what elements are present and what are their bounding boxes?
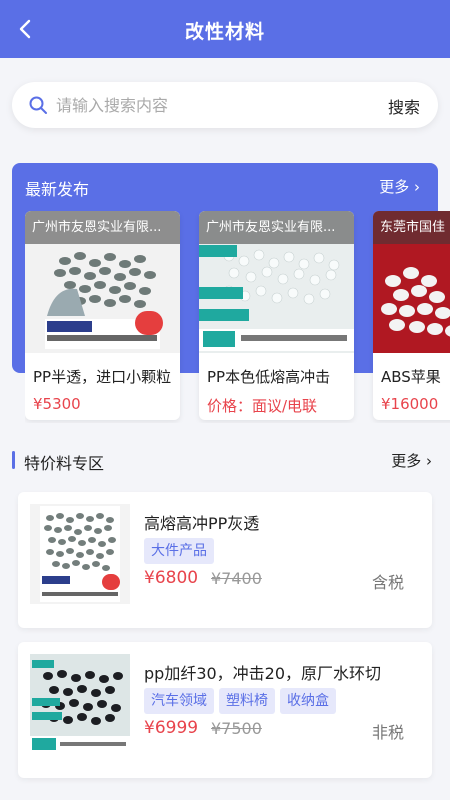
latest-more-link[interactable]: 更多 › [379, 176, 420, 197]
special-more-link[interactable]: 更多 › [391, 450, 432, 471]
product-tag: 大件产品 [144, 538, 214, 564]
product-image: 东莞市国佳 [373, 211, 450, 353]
latest-card[interactable]: 东莞市国佳 ABS苹果 ¥16000 [373, 211, 450, 420]
special-product-item[interactable]: pp加纤30，冲击20，原厂水环切 汽车领域 塑料椅 收纳盒 ¥6999 ¥7500… [18, 642, 432, 778]
top-bar: 改性材料 [0, 0, 450, 58]
product-price: ¥6800 [144, 568, 199, 588]
latest-card[interactable]: 广州市友恩实业有限... PP半透，进口小颗粒 ¥5300 [25, 211, 180, 420]
special-more-label: 更多 [391, 452, 422, 470]
product-tag: 收纳盒 [280, 688, 336, 714]
latest-card[interactable]: 广州市友恩实业有限... PP本色低熔高冲击 价格：面议/电联 [199, 211, 354, 420]
product-price: ¥6999 [144, 718, 199, 738]
product-name: pp加纤30，冲击20，原厂水环切 [144, 664, 382, 683]
product-name: 高熔高冲PP灰透 [144, 514, 260, 533]
card-company-name: 广州市友恩实业有限... [25, 211, 180, 244]
product-tag: 汽车领域 [144, 688, 214, 714]
product-tags: 汽车领域 塑料椅 收纳盒 [144, 688, 341, 714]
product-image [30, 654, 130, 754]
section-accent-bar [12, 451, 15, 469]
card-product-name: PP半透，进口小颗粒 [33, 368, 172, 386]
product-tags: 大件产品 [144, 538, 219, 564]
product-image: 广州市友恩实业有限... [199, 211, 354, 353]
product-original-price: ¥7400 [211, 569, 262, 588]
card-company-name: 东莞市国佳 [373, 211, 450, 244]
tax-status: 含税 [371, 573, 404, 592]
card-price: ¥5300 [33, 395, 81, 413]
card-price: ¥16000 [381, 395, 439, 413]
chevron-right-icon: › [414, 178, 420, 196]
card-price: 价格：面议/电联 [207, 397, 318, 415]
card-product-name: ABS苹果 [381, 368, 441, 386]
product-image: 广州市友恩实业有限... [25, 211, 180, 353]
card-company-name: 广州市友恩实业有限... [199, 211, 354, 244]
product-image [30, 504, 130, 604]
product-original-price: ¥7500 [211, 719, 262, 738]
search-input[interactable] [56, 93, 376, 117]
card-product-name: PP本色低熔高冲击 [207, 368, 331, 386]
special-product-item[interactable]: 高熔高冲PP灰透 大件产品 ¥6800 ¥7400 含税 [18, 492, 432, 628]
tax-status: 非税 [371, 723, 404, 742]
latest-more-label: 更多 [379, 178, 410, 196]
latest-card-list[interactable]: 广州市友恩实业有限... PP半透，进口小颗粒 ¥5300 广州市友恩实业有限.… [25, 211, 450, 423]
page-title: 改性材料 [184, 21, 265, 43]
search-bar: 搜索 [12, 82, 438, 128]
search-button[interactable]: 搜索 [388, 94, 420, 118]
search-icon [29, 96, 47, 114]
product-tag: 塑料椅 [219, 688, 275, 714]
chevron-right-icon: › [426, 452, 432, 470]
latest-section-title: 最新发布 [25, 180, 90, 199]
special-section-title: 特价料专区 [24, 454, 105, 473]
